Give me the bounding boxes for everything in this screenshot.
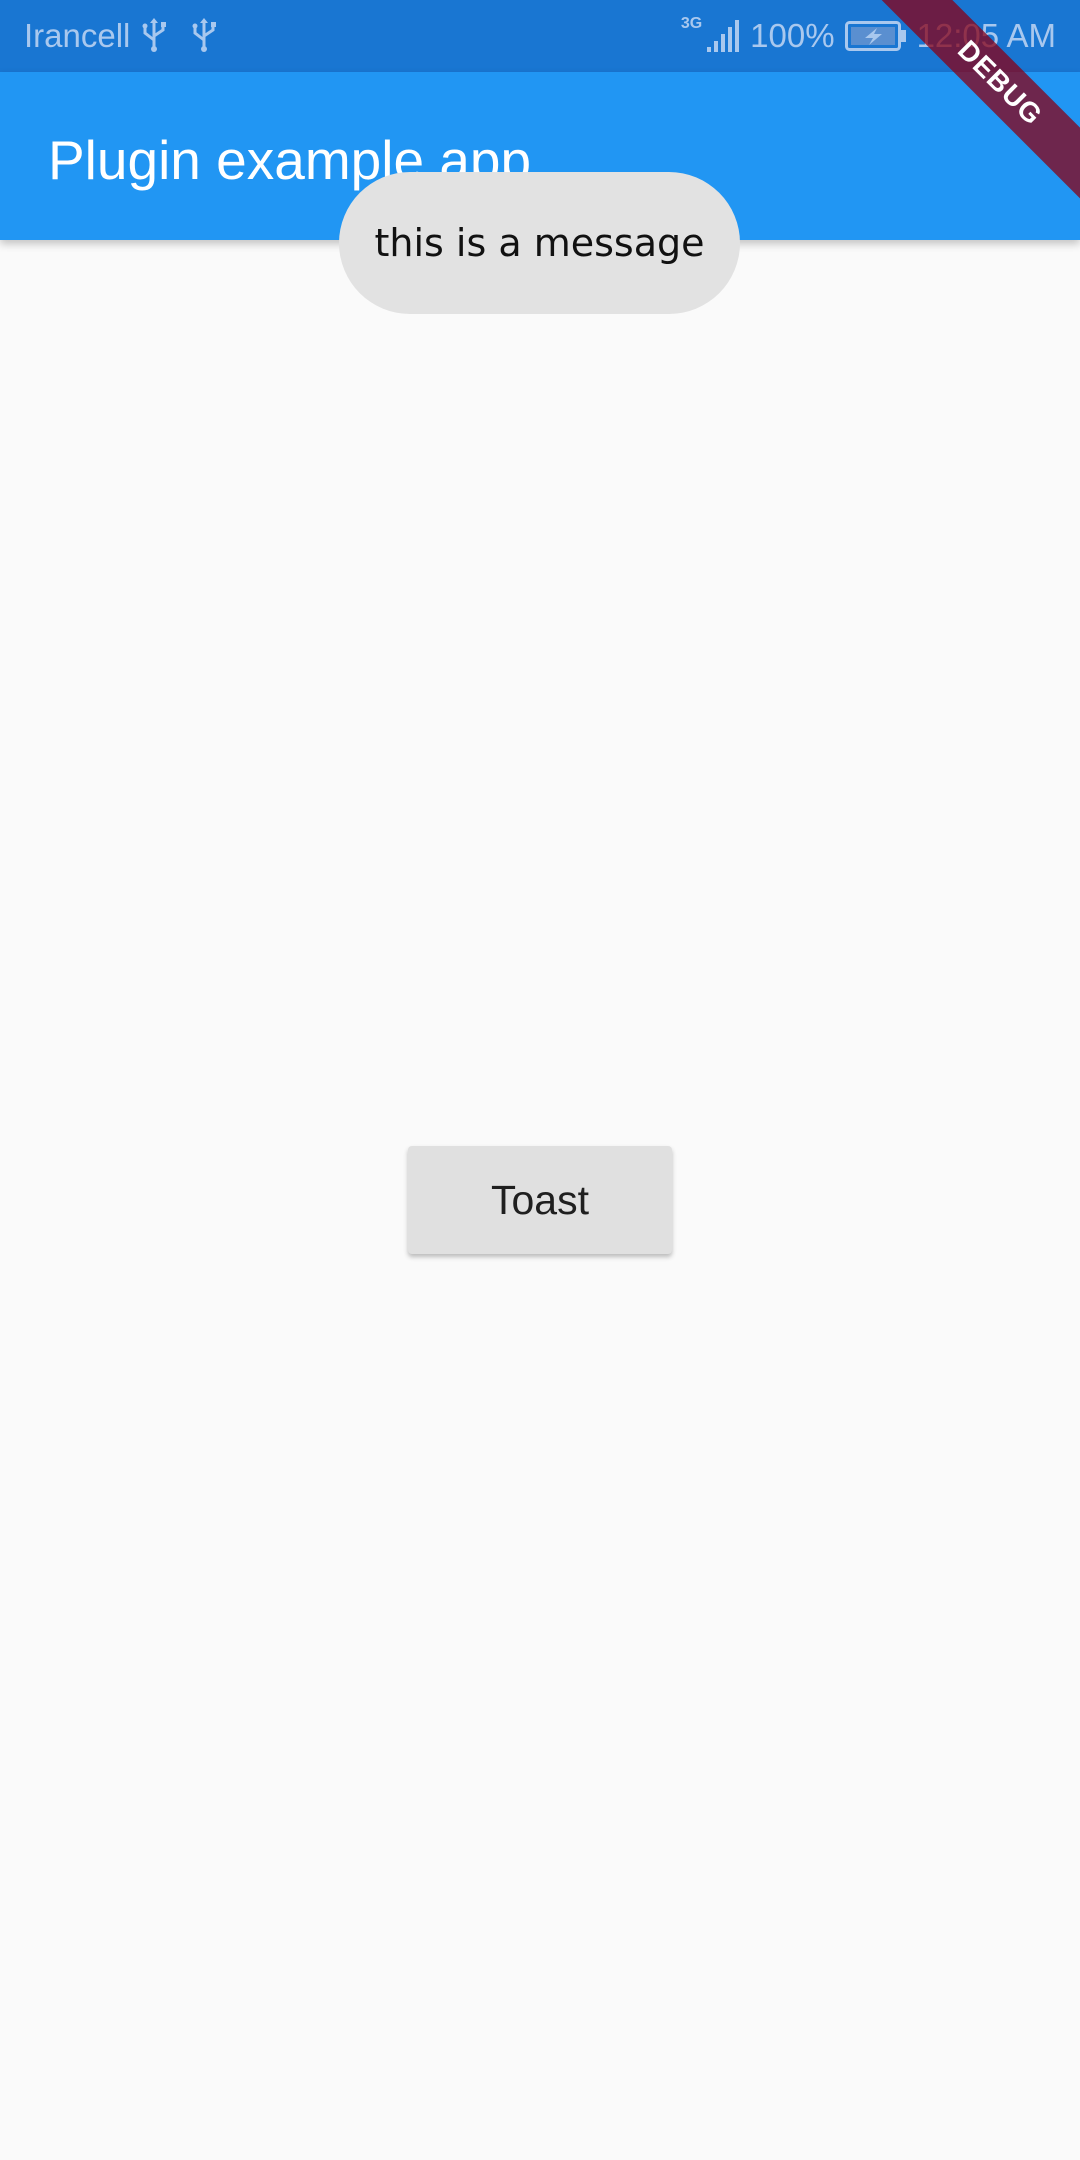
toast-button[interactable]: Toast bbox=[408, 1146, 672, 1254]
carrier-name: Irancell bbox=[24, 17, 131, 54]
toast-button-label: Toast bbox=[491, 1176, 589, 1223]
battery-percentage: 100% bbox=[750, 17, 835, 54]
network-type-label: 3G bbox=[680, 15, 703, 32]
toast-message-text: this is a message bbox=[374, 221, 705, 265]
signal-icon bbox=[706, 19, 740, 53]
usb-icon bbox=[140, 18, 168, 54]
status-bar-right: 3G 100% 12:05 AM bbox=[681, 0, 1056, 72]
battery-charging-icon bbox=[844, 21, 907, 51]
usb-icon bbox=[190, 18, 218, 54]
status-bar: Irancell 3G 100% 12:05 AM bbox=[0, 0, 1080, 72]
clock: 12:05 AM bbox=[916, 17, 1056, 54]
app-screen: Irancell 3G 100% 12:05 AM Plugin example… bbox=[0, 0, 1080, 2160]
status-bar-left: Irancell bbox=[24, 0, 218, 72]
toast-message: this is a message bbox=[339, 172, 740, 314]
